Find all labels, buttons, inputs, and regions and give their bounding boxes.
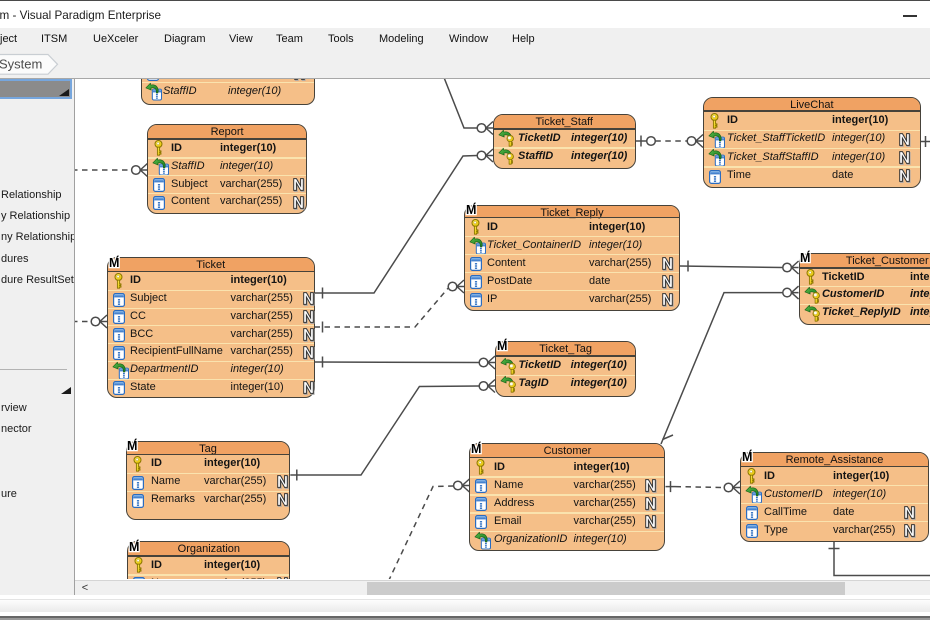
svg-text:System: System xyxy=(0,57,42,72)
